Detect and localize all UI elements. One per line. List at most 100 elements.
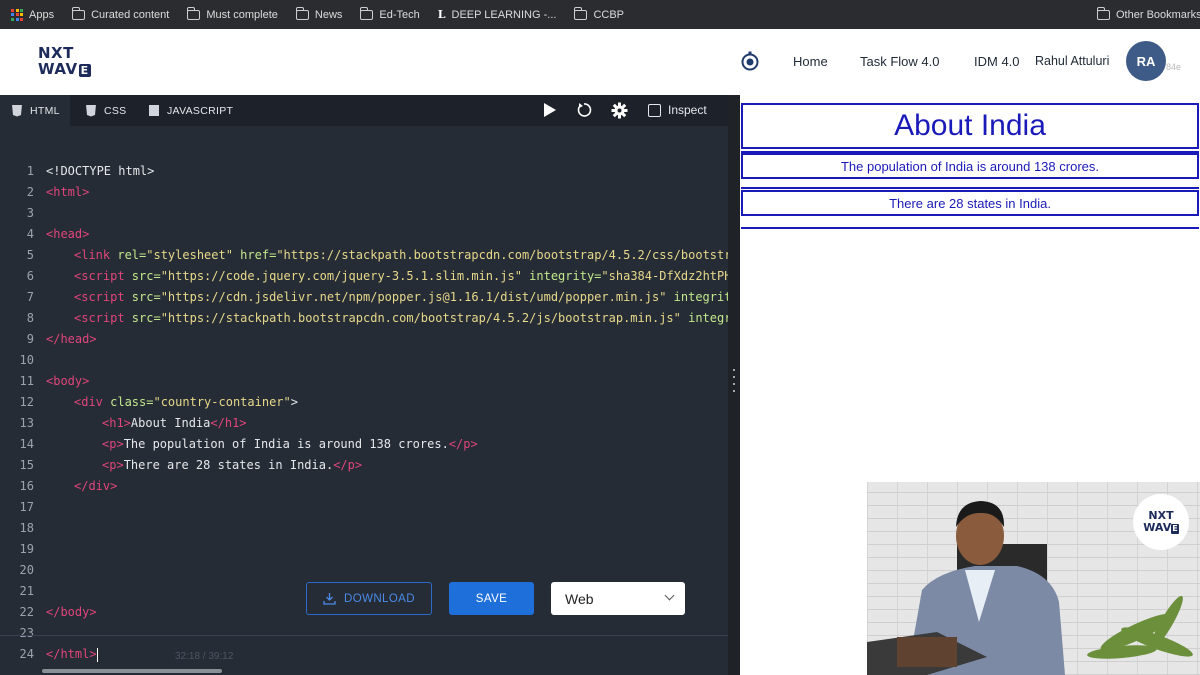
code-line: </body>: [46, 605, 97, 619]
preview-paragraph-2: There are 28 states in India.: [741, 190, 1199, 216]
code-token: "https://stackpath.bootstrapcdn.com/boot…: [160, 311, 681, 325]
bookmark-label: DEEP LEARNING -...: [451, 8, 557, 21]
folder-icon: [186, 6, 201, 20]
webcam-overlay: NXT WAVE: [867, 482, 1200, 675]
editor-tabs: HTML CSS JAVASCRIPT Inspect: [0, 95, 728, 126]
code-token: src=: [124, 269, 161, 283]
video-time: 32:18 / 39:12: [175, 651, 234, 662]
inspect-label: Inspect: [668, 103, 707, 117]
line-number: 19: [19, 542, 34, 556]
bookmark-item[interactable]: L DEEP LEARNING -...: [438, 8, 557, 21]
preview-paragraph-1: The population of India is around 138 cr…: [741, 153, 1199, 179]
code-token: </h1>: [210, 416, 247, 430]
code-line: <link rel="stylesheet" href="https://sta…: [74, 248, 746, 262]
code-token: <p>: [102, 437, 124, 451]
bookmark-label: CCBP: [593, 8, 624, 21]
code-token: <html>: [46, 185, 90, 199]
horizontal-scrollbar[interactable]: [42, 669, 222, 673]
code-editor: HTML CSS JAVASCRIPT Inspect 1 2 3 4 5 6 …: [0, 95, 746, 675]
tab-javascript[interactable]: JAVASCRIPT: [149, 95, 233, 126]
line-number: 14: [19, 437, 34, 451]
output-select[interactable]: Web: [551, 582, 685, 615]
bookmark-item[interactable]: News: [295, 6, 342, 21]
bookmark-item[interactable]: CCBP: [574, 6, 624, 21]
nav-home[interactable]: Home: [793, 54, 828, 69]
bookmark-other[interactable]: Other Bookmarks: [1096, 6, 1200, 21]
download-label: DOWNLOAD: [344, 592, 415, 605]
download-button[interactable]: DOWNLOAD: [306, 582, 432, 615]
logo-badge: E: [78, 64, 91, 77]
avatar[interactable]: RA: [1126, 41, 1166, 81]
code-line: <p>The population of India is around 138…: [102, 437, 478, 451]
code-token: <script: [74, 311, 125, 325]
code-token: integrity=: [521, 269, 602, 283]
site-l-icon: L: [437, 8, 446, 21]
inspect-button[interactable]: Inspect: [648, 103, 707, 117]
gear-icon[interactable]: [611, 102, 628, 119]
code-token: </p>: [333, 458, 363, 472]
line-number: 2: [26, 185, 34, 199]
logo-line1: NXT: [38, 44, 74, 62]
code-token: <h1>: [102, 416, 131, 430]
logo-badge: E: [1171, 524, 1179, 534]
logo-line2: WAV: [1143, 521, 1172, 534]
video-progress-bar[interactable]: [0, 635, 728, 636]
select-value: Web: [565, 590, 594, 607]
code-line: <script src="https://cdn.jsdelivr.net/np…: [74, 290, 746, 304]
code-line: </html>: [46, 647, 98, 662]
nav-task-flow[interactable]: Task Flow 4.0: [860, 54, 939, 69]
line-number: 9: [26, 332, 34, 346]
timer-icon[interactable]: [740, 51, 760, 71]
code-line: <p>There are 28 states in India.</p>: [102, 458, 362, 472]
code-line: <body>: [46, 374, 89, 388]
bookmark-item[interactable]: Must complete: [186, 6, 278, 21]
line-number: 15: [19, 458, 34, 472]
code-token: The population of India is around 138 cr…: [123, 437, 449, 451]
tab-label: HTML: [30, 104, 60, 117]
line-number: 3: [26, 206, 34, 220]
line-number: 17: [19, 500, 34, 514]
code-token: "https://code.jquery.com/jquery-3.5.1.sl…: [160, 269, 522, 283]
nxtwave-logo[interactable]: NXT WAV E: [38, 45, 91, 77]
run-icon[interactable]: [543, 102, 557, 118]
line-number: 10: [19, 353, 34, 367]
line-number: 23: [19, 626, 34, 640]
download-icon: [323, 593, 336, 605]
divider: [741, 227, 1199, 229]
code-token: >: [290, 395, 298, 409]
code-token: About India: [130, 416, 211, 430]
code-line: </div>: [74, 479, 117, 493]
bookmark-label: Must complete: [206, 8, 278, 21]
code-token: <script: [74, 290, 125, 304]
line-number: 5: [26, 248, 34, 262]
code-token: <p>: [102, 458, 124, 472]
folder-icon: [574, 6, 588, 20]
js-icon: [149, 105, 159, 116]
bookmark-item[interactable]: Curated content: [71, 6, 170, 21]
bookmark-item[interactable]: Ed-Tech: [360, 6, 420, 21]
tab-html[interactable]: HTML: [0, 95, 70, 126]
code-line: <script src="https://stackpath.bootstrap…: [74, 311, 746, 325]
line-number: 22: [19, 605, 34, 619]
drag-handle-dot: [733, 390, 735, 392]
line-number: 1: [26, 164, 34, 178]
bookmark-apps[interactable]: Apps: [11, 8, 54, 21]
code-line: </head>: [46, 332, 97, 346]
bookmark-label: Curated content: [91, 8, 170, 21]
nav-idm[interactable]: IDM 4.0: [974, 54, 1020, 69]
bookmark-label: Other Bookmarks: [1116, 8, 1200, 21]
code-token: "https://stackpath.bootstrapcdn.com/boot…: [276, 248, 746, 262]
drag-handle-dot: [733, 383, 735, 385]
code-token: </body>: [46, 605, 97, 619]
save-button[interactable]: SAVE: [449, 582, 534, 615]
line-number: 8: [26, 311, 34, 325]
user-name[interactable]: Rahul Attuluri: [1035, 54, 1109, 68]
overlay-ghost-text: 84e: [1166, 62, 1182, 72]
reset-icon[interactable]: [576, 102, 592, 118]
line-number: 6: [26, 269, 34, 283]
line-number: 4: [26, 227, 34, 241]
pane-splitter[interactable]: [728, 95, 740, 675]
code-line: <script src="https://code.jquery.com/jqu…: [74, 269, 746, 283]
code-line: <html>: [46, 185, 89, 199]
tab-css[interactable]: CSS: [86, 95, 127, 126]
